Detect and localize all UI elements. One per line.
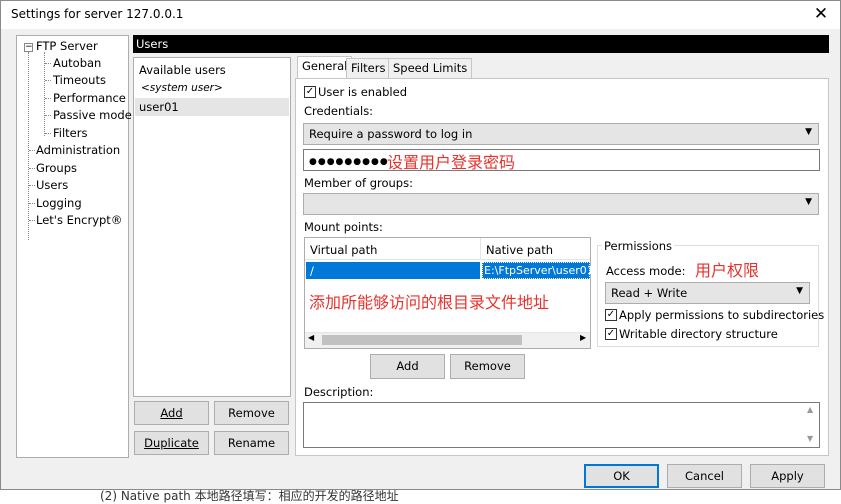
tree-item-groups[interactable]: Groups [36, 161, 77, 175]
tree-item-passive-mode[interactable]: Passive mode [53, 108, 132, 122]
tab-speed-limits[interactable]: Speed Limits [388, 58, 473, 78]
tree-item-autoban[interactable]: Autoban [53, 56, 101, 70]
apply-subdirs-checkbox[interactable]: ✓ [605, 309, 617, 321]
tree-line [45, 98, 51, 99]
settings-tree: − FTP Server Autoban Timeouts Performanc… [16, 35, 132, 458]
credentials-value: Require a password to log in [309, 127, 473, 141]
description-textarea[interactable] [303, 402, 820, 448]
member-of-groups-select[interactable]: ▼ [303, 193, 819, 215]
tree-item-logging[interactable]: Logging [36, 196, 82, 210]
chevron-down-icon: ▼ [805, 127, 812, 137]
check-icon: ✓ [305, 86, 315, 97]
check-icon: ✓ [606, 309, 616, 320]
remove-mount-button[interactable]: Remove [450, 354, 525, 379]
tree-item-ftp-server[interactable]: FTP Server [36, 39, 98, 53]
duplicate-user-button[interactable]: Duplicate [134, 431, 209, 455]
check-icon: ✓ [606, 328, 616, 339]
add-user-button[interactable]: Add [134, 401, 209, 425]
apply-button[interactable]: Apply [750, 464, 825, 488]
window-title: Settings for server 127.0.0.1 [11, 7, 184, 21]
tree-item-timeouts[interactable]: Timeouts [53, 73, 106, 87]
add-user-label: Add [160, 406, 183, 420]
scroll-down-icon[interactable]: ▼ [807, 434, 813, 443]
users-list-title: Available users [139, 63, 226, 77]
permissions-title: Permissions [602, 239, 675, 253]
duplicate-user-label: Duplicate [144, 436, 199, 450]
native-path-cell: E:\FtpServer\user01 [484, 264, 594, 277]
password-field[interactable]: ●●●●●●●●● [303, 149, 820, 171]
member-of-groups-label: Member of groups: [304, 176, 413, 190]
password-value: ●●●●●●●●● [309, 157, 389, 167]
tree-item-lets-encrypt[interactable]: Let's Encrypt® [36, 213, 122, 227]
chevron-down-icon: ▼ [805, 197, 812, 207]
apply-label: Apply [771, 469, 804, 483]
annotation-permissions: 用户权限 [695, 261, 760, 280]
annotation-root-dir: 添加所能够访问的根目录文件地址 [309, 293, 550, 312]
chevron-down-icon: ▼ [796, 286, 803, 296]
credentials-label: Credentials: [304, 104, 374, 118]
table-row[interactable] [306, 262, 480, 279]
annotation-password: 设置用户登录密码 [387, 153, 516, 172]
remove-mount-label: Remove [464, 359, 511, 373]
tree-line [45, 115, 51, 116]
title-bar: Settings for server 127.0.0.1 ✕ [1, 1, 840, 29]
tree-item-filters[interactable]: Filters [53, 126, 87, 140]
remove-user-button[interactable]: Remove [214, 401, 289, 425]
writable-dir-checkbox[interactable]: ✓ [605, 328, 617, 340]
section-header: Users [133, 35, 829, 53]
access-mode-value: Read + Write [611, 286, 688, 300]
collapse-icon[interactable]: − [24, 43, 33, 52]
list-item-user01[interactable]: user01 [139, 100, 179, 114]
tree-line [29, 185, 35, 186]
remove-user-label: Remove [228, 406, 275, 420]
tree-line [29, 168, 35, 169]
tree-item-administration[interactable]: Administration [36, 143, 120, 157]
add-mount-button[interactable]: Add [370, 354, 445, 379]
ok-label: OK [613, 469, 630, 483]
apply-subdirs-label: Apply permissions to subdirectories [619, 308, 825, 322]
scrollbar-thumb[interactable] [322, 335, 522, 345]
tree-line [29, 150, 35, 151]
user-enabled-label: User is enabled [318, 85, 407, 99]
cancel-label: Cancel [685, 469, 724, 483]
tree-line [29, 220, 35, 221]
bottom-caption: (2) Native path 本地路径填写：相应的开发的路径地址 [100, 489, 399, 503]
tree-line [44, 52, 45, 136]
tree-line [28, 52, 29, 240]
ok-button[interactable]: OK [584, 464, 659, 488]
list-item-system-user[interactable]: <system user> [141, 82, 223, 94]
settings-window: Settings for server 127.0.0.1 ✕ − FTP Se… [0, 0, 841, 490]
close-icon[interactable]: ✕ [808, 3, 834, 25]
tree-item-users[interactable]: Users [36, 178, 68, 192]
credentials-select[interactable]: Require a password to log in ▼ [303, 123, 819, 145]
scroll-left-icon[interactable]: ◀ [308, 333, 314, 342]
rename-user-label: Rename [227, 436, 276, 450]
writable-dir-label: Writable directory structure [619, 327, 778, 341]
tree-item-performance[interactable]: Performance [53, 91, 126, 105]
tree-line [29, 203, 35, 204]
mount-points-label: Mount points: [304, 220, 383, 234]
column-header-virtual-path[interactable]: Virtual path [310, 243, 377, 257]
add-mount-label: Add [396, 359, 419, 373]
column-header-native-path[interactable]: Native path [486, 243, 553, 257]
tree-line [45, 63, 51, 64]
tree-line [45, 133, 51, 134]
users-list[interactable]: Available users <system user> user01 [133, 57, 291, 397]
tree-line [45, 80, 51, 81]
scroll-right-icon[interactable]: ▶ [580, 333, 586, 342]
scroll-up-icon[interactable]: ▲ [807, 405, 813, 414]
cancel-button[interactable]: Cancel [667, 464, 742, 488]
tab-filters[interactable]: Filters [346, 58, 391, 78]
description-label: Description: [304, 385, 374, 399]
user-enabled-checkbox[interactable]: ✓ [304, 86, 316, 98]
access-mode-label: Access mode: [606, 264, 686, 278]
access-mode-select[interactable]: Read + Write ▼ [605, 282, 810, 304]
virtual-path-cell: / [310, 264, 314, 278]
column-divider [480, 238, 481, 260]
tab-general[interactable]: General [297, 56, 353, 79]
rename-user-button[interactable]: Rename [214, 431, 289, 455]
